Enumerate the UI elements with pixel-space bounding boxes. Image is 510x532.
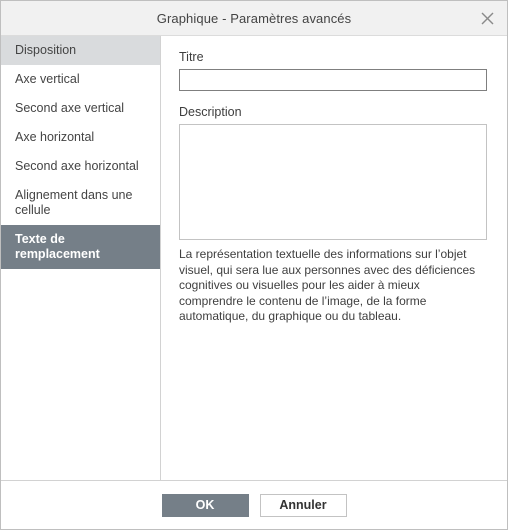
ok-button[interactable]: OK — [161, 493, 249, 517]
alt-text-help-text: La représentation textuelle des informat… — [179, 247, 476, 323]
field-spacer — [179, 91, 487, 105]
sidebar-item-texte-de-remplacement[interactable]: Texte de remplacement — [1, 225, 160, 269]
dialog-title: Graphique - Paramètres avancés — [156, 10, 352, 26]
dialog-titlebar: Graphique - Paramètres avancés — [1, 1, 507, 36]
sidebar-item-label: Second axe horizontal — [15, 159, 139, 173]
sidebar-item-disposition[interactable]: Disposition — [1, 36, 160, 65]
sidebar-item-label: Axe vertical — [15, 72, 80, 86]
sidebar-item-label: Texte de remplacement — [15, 232, 100, 261]
title-field-label: Titre — [179, 50, 204, 64]
sidebar-item-second-axe-vertical[interactable]: Second axe vertical — [1, 94, 160, 123]
sidebar-item-axe-vertical[interactable]: Axe vertical — [1, 65, 160, 94]
description-field-label: Description — [179, 105, 242, 119]
cancel-button[interactable]: Annuler — [259, 493, 347, 517]
sidebar-item-second-axe-horizontal[interactable]: Second axe horizontal — [1, 152, 160, 181]
settings-content-panel: Titre Description La représentation text… — [161, 36, 507, 480]
title-input[interactable] — [179, 69, 487, 91]
dialog-body: Disposition Axe vertical Second axe vert… — [1, 36, 507, 481]
description-textarea[interactable] — [179, 124, 487, 240]
sidebar-item-label: Second axe vertical — [15, 101, 125, 115]
close-icon[interactable] — [475, 6, 499, 30]
sidebar-item-label: Alignement dans une cellule — [15, 188, 133, 217]
advanced-settings-dialog: Graphique - Paramètres avancés Dispositi… — [0, 0, 508, 530]
sidebar-item-axe-horizontal[interactable]: Axe horizontal — [1, 123, 160, 152]
dialog-footer: OK Annuler — [1, 481, 507, 529]
sidebar-item-label: Axe horizontal — [15, 130, 95, 144]
settings-sidebar: Disposition Axe vertical Second axe vert… — [1, 36, 161, 480]
sidebar-item-label: Disposition — [15, 43, 77, 57]
sidebar-item-alignement-cellule[interactable]: Alignement dans une cellule — [1, 181, 160, 225]
